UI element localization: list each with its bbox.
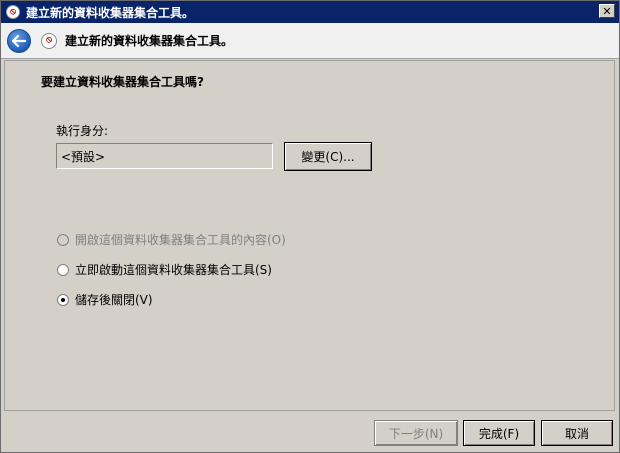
radio-start-now[interactable]: 立即啟動這個資料收集器集合工具(S) — [57, 261, 272, 278]
radio-button[interactable] — [57, 293, 69, 306]
back-arrow-icon — [12, 34, 26, 47]
next-button[interactable]: 下一步(N) — [374, 420, 458, 446]
change-button[interactable]: 變更(C)... — [284, 142, 372, 171]
radio-button[interactable] — [57, 263, 69, 276]
radio-open-properties: 開啟這個資料收集器集合工具的內容(O) — [57, 231, 286, 248]
finish-button[interactable]: 完成(F) — [463, 420, 535, 446]
radio-label: 開啟這個資料收集器集合工具的內容(O) — [75, 233, 286, 247]
cancel-button[interactable]: 取消 — [541, 420, 613, 446]
title-bar[interactable]: ⦸ 建立新的資料收集器集合工具。 ✕ — [1, 1, 619, 23]
data-collector-set-icon: ⦸ — [6, 5, 20, 19]
page-question: 要建立資料收集器集合工具嗎? — [41, 75, 204, 89]
data-collector-set-icon: ⦸ — [41, 32, 57, 49]
run-as-label: 執行身分: — [56, 124, 109, 138]
wizard-heading: 建立新的資料收集器集合工具。 — [65, 34, 234, 48]
close-button[interactable]: ✕ — [599, 4, 615, 18]
wizard-window: ⦸ 建立新的資料收集器集合工具。 ✕ ⦸ 建立新的資料收集器集合工具。 要建立資… — [0, 0, 620, 453]
back-button[interactable] — [7, 28, 31, 53]
wizard-header: ⦸ 建立新的資料收集器集合工具。 — [1, 23, 619, 59]
radio-button — [57, 233, 69, 246]
window-title: 建立新的資料收集器集合工具。 — [26, 5, 195, 20]
radio-label[interactable]: 立即啟動這個資料收集器集合工具(S) — [75, 261, 272, 278]
radio-save-and-close[interactable]: 儲存後關閉(V) — [57, 291, 153, 308]
close-icon: ✕ — [602, 4, 612, 18]
wizard-content: 要建立資料收集器集合工具嗎? 執行身分: <預設> 變更(C)... 開啟這個資… — [4, 60, 615, 411]
radio-label[interactable]: 儲存後關閉(V) — [75, 291, 153, 308]
run-as-field: <預設> — [56, 143, 273, 169]
